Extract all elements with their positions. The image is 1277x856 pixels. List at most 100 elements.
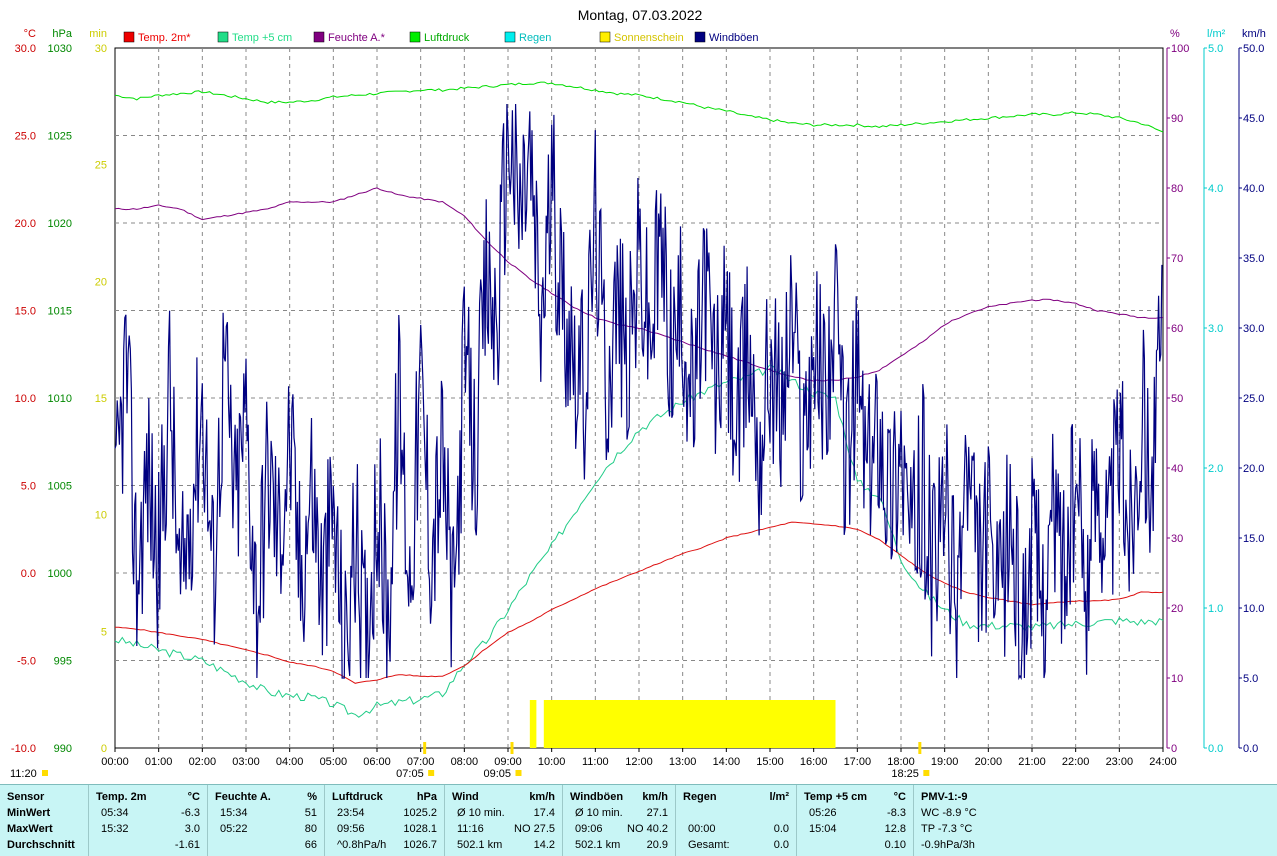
stats-cell-value: -1.61 bbox=[174, 839, 200, 851]
rain-tick-label: 0.0 bbox=[1208, 743, 1223, 755]
wind-tick-label: 35.0 bbox=[1243, 253, 1264, 265]
stats-header-unit: km/h bbox=[642, 791, 668, 803]
marker-label: 07:05 bbox=[396, 768, 424, 780]
stats-cell-value: 1028.1 bbox=[403, 823, 437, 835]
x-tick-label: 04:00 bbox=[276, 756, 304, 768]
stats-cell-value: 0.10 bbox=[884, 839, 906, 851]
chart-title: Montag, 07.03.2022 bbox=[578, 7, 703, 23]
stats-cell-value: 0.0 bbox=[773, 839, 789, 851]
legend-label: Windböen bbox=[709, 32, 759, 44]
legend-label: Feuchte A.* bbox=[328, 32, 386, 44]
x-tick-label: 19:00 bbox=[931, 756, 959, 768]
marker-dot bbox=[923, 770, 930, 776]
stats-cell: 11:16 bbox=[457, 823, 484, 835]
x-tick-label: 10:00 bbox=[538, 756, 566, 768]
temp-tick-label: 25.0 bbox=[15, 131, 36, 143]
marker-dot bbox=[515, 770, 522, 776]
x-tick-label: 13:00 bbox=[669, 756, 697, 768]
humidity-tick-label: 30 bbox=[1171, 533, 1183, 545]
stats-column: Luftdruck hPa 23:54 1025.2 09:56 1028.1 ^0.8hP… bbox=[324, 785, 445, 856]
x-tick-label: 17:00 bbox=[844, 756, 872, 768]
stats-column: Feuchte A.% 15:34 51 05:22 80 66 bbox=[207, 785, 325, 856]
stats-cell-value: 0.0 bbox=[773, 823, 789, 835]
legend-label: Temp. 2m* bbox=[138, 32, 191, 44]
wind-tick-label: 20.0 bbox=[1243, 463, 1264, 475]
marker-tick bbox=[918, 742, 922, 754]
stats-column: Temp. 2m °C 05:34 -6.3 15:32 3.0 -1.61 bbox=[88, 785, 208, 856]
humidity-tick-label: 70 bbox=[1171, 253, 1183, 265]
stats-cell: ^0.8hPa/h bbox=[337, 839, 387, 851]
stats-column: Wind km/h Ø 10 min. 17.4 11:16 NO 27.5 502.1 k… bbox=[444, 785, 563, 856]
pressure-tick-label: 1000 bbox=[48, 568, 72, 580]
x-tick-label: 22:00 bbox=[1062, 756, 1090, 768]
pressure-tick-label: 1010 bbox=[48, 393, 72, 405]
x-tick-label: 21:00 bbox=[1018, 756, 1046, 768]
x-tick-label: 16:00 bbox=[800, 756, 828, 768]
grid bbox=[114, 47, 1164, 749]
pressure-tick-label: 1025 bbox=[48, 131, 72, 143]
humidity-tick-label: 40 bbox=[1171, 463, 1183, 475]
temp-tick-label: 10.0 bbox=[15, 393, 36, 405]
stats-cell-value: -6.3 bbox=[181, 807, 200, 819]
x-tick-label: 20:00 bbox=[975, 756, 1003, 768]
wind-tick-label: 45.0 bbox=[1243, 113, 1264, 125]
pressure-tick-label: 1030 bbox=[48, 43, 72, 55]
sunshine-tick-label: 10 bbox=[95, 510, 107, 522]
stats-cell: 09:56 bbox=[337, 823, 365, 835]
temp-tick-label: 0.0 bbox=[21, 568, 36, 580]
stats-header: Temp +5 cm bbox=[804, 791, 868, 803]
stats-cell: WC -8.9 °C bbox=[921, 807, 977, 819]
stats-column: PMV-1:-9 WC -8.9 °C TP -7.3 °C -0.9hPa/3h bbox=[913, 785, 1277, 856]
stats-header: PMV-1:-9 bbox=[921, 791, 968, 803]
rain-tick-label: 5.0 bbox=[1208, 43, 1223, 55]
temp-tick-label: -10.0 bbox=[11, 743, 36, 755]
stats-cell-value: 80 bbox=[304, 823, 317, 835]
pressure-tick-label: 995 bbox=[54, 656, 72, 668]
legend-label: Regen bbox=[519, 32, 551, 44]
sunshine-bar bbox=[543, 700, 836, 748]
humidity-tick-label: 50 bbox=[1171, 393, 1183, 405]
x-tick-label: 02:00 bbox=[189, 756, 217, 768]
x-tick-label: 00:00 bbox=[101, 756, 129, 768]
stats-cell: 09:06 bbox=[575, 823, 603, 835]
stats-cell-value: 14.2 bbox=[533, 839, 555, 851]
humidity-tick-label: 0 bbox=[1171, 743, 1177, 755]
sunshine-tick-label: 25 bbox=[95, 160, 107, 172]
stats-column: Regen l/m² 00:00 0.0 Gesamt: 0.0 bbox=[675, 785, 797, 856]
stats-cell-value: 66 bbox=[304, 839, 317, 851]
stats-cell-value: NO 40.2 bbox=[627, 823, 668, 835]
stats-header-unit: °C bbox=[893, 791, 906, 803]
stats-cell-value: 1026.7 bbox=[403, 839, 437, 851]
wind-tick-label: 0.0 bbox=[1243, 743, 1258, 755]
stats-header: Regen bbox=[683, 791, 717, 803]
wind-tick-label: 50.0 bbox=[1243, 43, 1264, 55]
legend-swatch bbox=[313, 31, 325, 43]
legend-label: Sonnenschein bbox=[614, 32, 684, 44]
x-tick-label: 01:00 bbox=[145, 756, 173, 768]
legend-swatch bbox=[504, 31, 516, 43]
stats-cell-value: -8.3 bbox=[887, 807, 906, 819]
sunshine-tick-label: 5 bbox=[101, 626, 107, 638]
humidity-tick-label: 20 bbox=[1171, 603, 1183, 615]
humidity-tick-label: 90 bbox=[1171, 113, 1183, 125]
rain-tick-label: 2.0 bbox=[1208, 463, 1223, 475]
stats-cell-value: 51 bbox=[304, 807, 317, 819]
stats-cell: 502.1 km bbox=[457, 839, 503, 851]
stats-header-unit: km/h bbox=[529, 791, 555, 803]
stats-cell-value: 17.4 bbox=[533, 807, 555, 819]
legend: Temp. 2m* Temp +5 cm Feuchte A.* Luftdruck R… bbox=[123, 31, 759, 44]
wind-tick-label: 40.0 bbox=[1243, 183, 1264, 195]
legend-label: Luftdruck bbox=[424, 32, 470, 44]
x-tick-label: 12:00 bbox=[625, 756, 653, 768]
humidity-tick-label: 60 bbox=[1171, 323, 1183, 335]
temp-tick-label: 5.0 bbox=[21, 481, 36, 493]
x-tick-label: 03:00 bbox=[232, 756, 260, 768]
stats-header: Temp. 2m bbox=[96, 791, 147, 803]
x-tick-label: 23:00 bbox=[1106, 756, 1134, 768]
stats-cell: 00:00 bbox=[688, 823, 716, 835]
stats-header-unit: l/m² bbox=[769, 791, 789, 803]
wind-tick-label: 5.0 bbox=[1243, 673, 1258, 685]
stats-cell: 23:54 bbox=[337, 807, 365, 819]
stats-cell: Ø 10 min. bbox=[457, 807, 505, 819]
pressure-tick-label: 1005 bbox=[48, 481, 72, 493]
